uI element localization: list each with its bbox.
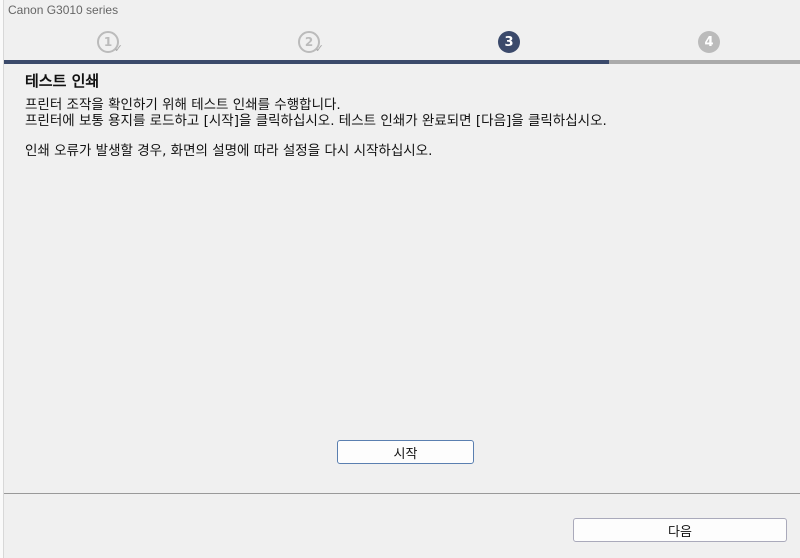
instructions: 프린터 조작을 확인하기 위해 테스트 인쇄를 수행합니다. 프린터에 보통 용… — [25, 97, 607, 159]
window-title: Canon G3010 series — [8, 3, 119, 17]
step-2-done-icon: 2 — [298, 31, 324, 55]
step-1-done-icon: 1 — [97, 31, 123, 55]
instruction-line: 인쇄 오류가 발생할 경우, 화면의 설명에 따라 설정을 다시 시작하십시오. — [25, 143, 433, 159]
step-indicator: 1 2 3 4 — [4, 22, 800, 62]
progress-fill — [4, 60, 609, 64]
window-edge — [0, 0, 4, 558]
step-3-current-icon: 3 — [498, 31, 520, 53]
next-button[interactable]: 다음 — [573, 518, 787, 542]
progress-bar — [4, 60, 800, 64]
divider — [4, 493, 800, 494]
step-4-pending-icon: 4 — [698, 31, 720, 53]
instruction-line: 프린터에 보통 용지를 로드하고 [시작]을 클릭하십시오. 테스트 인쇄가 완… — [25, 113, 607, 129]
page-title: 테스트 인쇄 — [25, 72, 100, 90]
instruction-line: 프린터 조작을 확인하기 위해 테스트 인쇄를 수행합니다. — [25, 97, 341, 113]
start-button[interactable]: 시작 — [337, 440, 474, 464]
